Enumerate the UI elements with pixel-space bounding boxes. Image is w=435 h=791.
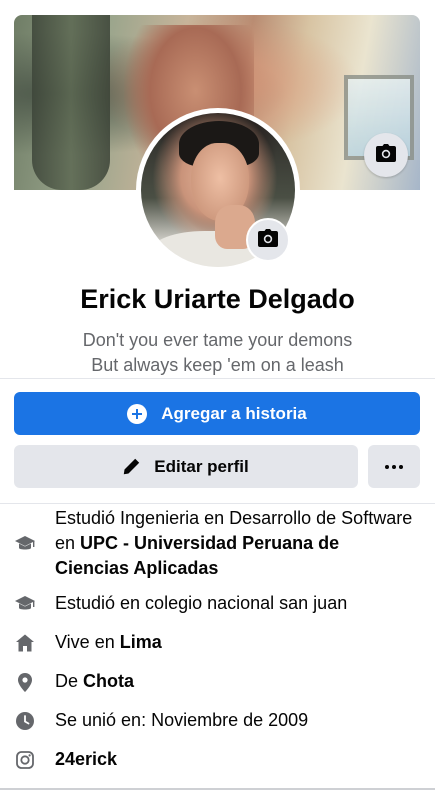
edit-cover-photo-button[interactable] xyxy=(364,133,408,177)
profile-bio: Don't you ever tame your demons But alwa… xyxy=(0,328,435,378)
bio-line-1: Don't you ever tame your demons xyxy=(82,330,353,350)
add-story-button[interactable]: Agregar a historia xyxy=(14,392,420,435)
lives-prefix: Vive en xyxy=(55,632,120,652)
edit-profile-picture-button[interactable] xyxy=(246,218,290,262)
plus-circle-icon xyxy=(127,403,148,424)
edit-profile-label: Editar perfil xyxy=(154,456,249,476)
instagram-handle-link[interactable]: 24erick xyxy=(55,749,117,769)
pencil-icon xyxy=(123,458,140,475)
detail-from: De Chota xyxy=(0,669,435,695)
divider xyxy=(0,788,435,790)
detail-education-school: Estudió en colegio nacional san juan xyxy=(0,591,435,617)
camera-icon xyxy=(376,143,396,167)
bio-line-2: But always keep 'em on a leash xyxy=(91,355,344,375)
instagram-icon xyxy=(15,750,35,770)
profile-name: Erick Uriarte Delgado xyxy=(80,284,355,314)
education-place-link[interactable]: UPC - Universidad Peruana de Ciencias Ap… xyxy=(55,533,339,578)
detail-education-university: Estudió Ingenieria en Desarrollo de Soft… xyxy=(0,505,435,583)
more-options-button[interactable] xyxy=(368,445,420,488)
location-pin-icon xyxy=(15,672,35,692)
detail-instagram: 24erick xyxy=(0,747,435,773)
detail-lives-in: Vive en Lima xyxy=(0,630,435,656)
divider xyxy=(0,503,435,504)
home-icon xyxy=(15,633,35,653)
edit-profile-button[interactable]: Editar perfil xyxy=(14,445,358,488)
detail-joined: Se unió en: Noviembre de 2009 xyxy=(0,708,435,734)
lives-place-link[interactable]: Lima xyxy=(120,632,162,652)
from-prefix: De xyxy=(55,671,84,691)
graduation-cap-icon xyxy=(15,534,35,554)
add-story-label: Agregar a historia xyxy=(161,403,307,423)
graduation-cap-icon xyxy=(15,594,35,614)
cover-photo-punching-bag xyxy=(32,15,110,190)
divider xyxy=(0,378,435,379)
joined-text: Se unió en: Noviembre de 2009 xyxy=(55,710,309,730)
education-school-text: Estudió en colegio nacional san juan xyxy=(55,593,348,613)
camera-icon xyxy=(258,228,278,252)
more-dots-icon xyxy=(385,464,403,469)
clock-icon xyxy=(15,711,35,731)
from-place-link[interactable]: Chota xyxy=(83,671,134,691)
